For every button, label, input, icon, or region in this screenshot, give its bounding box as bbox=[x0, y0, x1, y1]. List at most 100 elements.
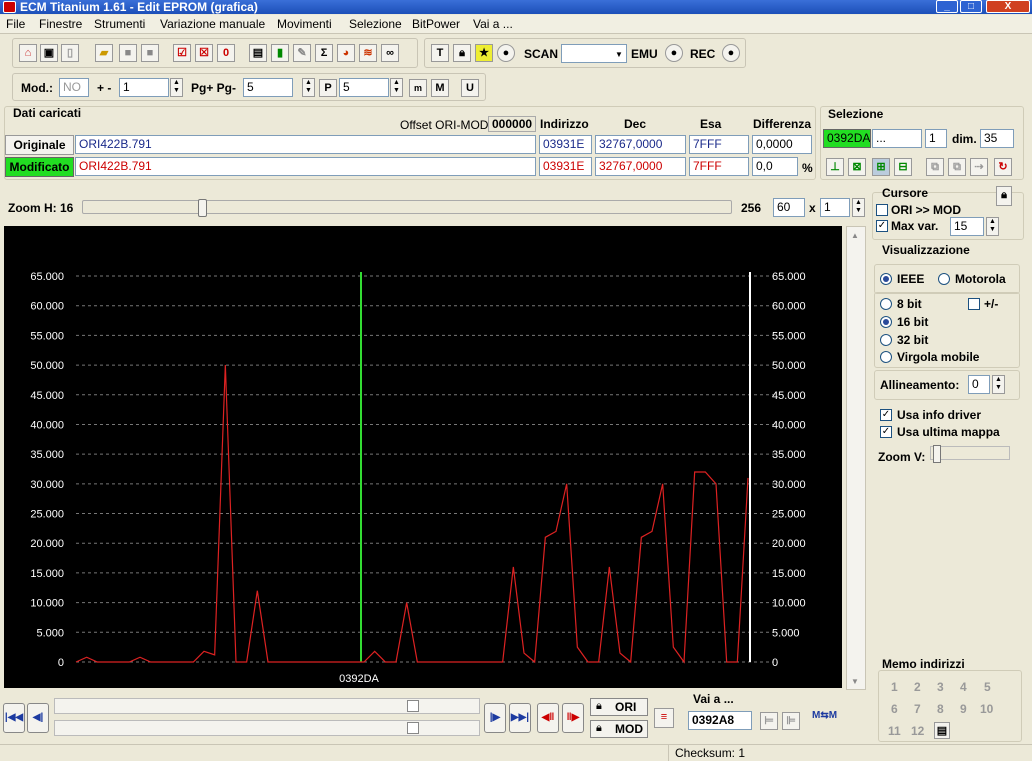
memory-swap-icon[interactable]: M⇆M bbox=[812, 710, 854, 732]
select-end-icon[interactable]: ⊠ bbox=[848, 158, 866, 176]
lock-icon[interactable]: 🔒︎ bbox=[453, 44, 471, 62]
modificato-button[interactable]: Modificato bbox=[5, 157, 74, 177]
modificato-indirizzo[interactable]: 03931E bbox=[539, 157, 592, 176]
max-var-checkbox[interactable]: ✓ bbox=[876, 220, 888, 232]
modificato-dec[interactable]: 32767,0000 bbox=[595, 157, 686, 176]
memo-10[interactable]: 10 bbox=[980, 702, 993, 716]
flag-icon[interactable]: ≡ bbox=[654, 708, 674, 728]
modificato-diff[interactable]: 0,0 bbox=[752, 157, 798, 176]
signed-checkbox[interactable] bbox=[968, 298, 980, 310]
zoom-h-thumb[interactable] bbox=[198, 199, 208, 217]
menu-file[interactable]: File bbox=[6, 17, 25, 31]
memo-7[interactable]: 7 bbox=[914, 702, 921, 716]
open-folder-icon[interactable]: ▰ bbox=[95, 44, 113, 62]
emu-dot-icon[interactable]: ● bbox=[665, 44, 683, 62]
select-paste-icon[interactable]: ⧉ bbox=[948, 158, 966, 176]
memo-4[interactable]: 4 bbox=[960, 680, 967, 694]
8bit-radio[interactable] bbox=[880, 298, 892, 310]
usa-ultima-checkbox[interactable]: ✓ bbox=[880, 426, 892, 438]
select-range-icon[interactable]: ⊞ bbox=[872, 158, 890, 176]
eprom-chart[interactable]: 65.000 65.000 60.000 60.000 55.000 55.000 50.0… bbox=[4, 226, 842, 688]
vaia-field[interactable]: 0392A8 bbox=[688, 711, 752, 730]
u-icon[interactable]: U bbox=[461, 79, 479, 97]
step-stepper[interactable]: ▲ ▼ bbox=[170, 78, 183, 97]
zoom-v-thumb[interactable] bbox=[933, 445, 941, 463]
select-copy-icon[interactable]: ⧉ bbox=[926, 158, 944, 176]
mod-field[interactable]: NO bbox=[59, 78, 89, 97]
rec-dot-icon[interactable]: ● bbox=[722, 44, 740, 62]
runner-icon[interactable]: ★ bbox=[475, 44, 493, 62]
dim-field[interactable]: 35 bbox=[980, 129, 1014, 148]
chevron-down-icon[interactable]: ▼ bbox=[615, 50, 623, 59]
mod-scrollbar[interactable] bbox=[54, 720, 480, 736]
document-icon[interactable]: ▤ bbox=[249, 44, 267, 62]
select-block-icon[interactable]: ⊟ bbox=[894, 158, 912, 176]
mod-scroll-thumb[interactable] bbox=[407, 722, 419, 734]
zoom-w-field[interactable]: 60 bbox=[773, 198, 805, 217]
menu-variazione-manuale[interactable]: Variazione manuale bbox=[160, 17, 265, 31]
minimize-button[interactable]: _ bbox=[936, 0, 958, 13]
allineamento-stepper[interactable]: ▲ ▼ bbox=[992, 375, 1005, 394]
p-field[interactable]: 5 bbox=[339, 78, 389, 97]
max-var-stepper[interactable]: ▲ ▼ bbox=[986, 217, 999, 236]
memo-1[interactable]: 1 bbox=[891, 680, 898, 694]
reset-icon[interactable]: 0 bbox=[217, 44, 235, 62]
edit-icon[interactable]: ✎ bbox=[293, 44, 311, 62]
select-start-icon[interactable]: ⊥ bbox=[826, 158, 844, 176]
zoom-h-slider[interactable] bbox=[82, 199, 732, 217]
windows-icon[interactable]: ▣ bbox=[40, 44, 58, 62]
close-button[interactable]: X bbox=[986, 0, 1030, 13]
zoom-v-slider[interactable] bbox=[930, 445, 1010, 463]
originale-file[interactable]: ORI422B.791 bbox=[75, 135, 536, 154]
next-button[interactable]: |▶ bbox=[484, 703, 506, 733]
binoculars-icon[interactable]: ∞ bbox=[381, 44, 399, 62]
originale-esa[interactable]: 7FFF bbox=[689, 135, 749, 154]
save-as-icon[interactable]: ■ bbox=[141, 44, 159, 62]
next-diff-button[interactable]: ‖▶ bbox=[562, 703, 584, 733]
menu-movimenti[interactable]: Movimenti bbox=[277, 17, 332, 31]
menu-strumenti[interactable]: Strumenti bbox=[94, 17, 145, 31]
zoom-h-field[interactable]: 1 bbox=[820, 198, 850, 217]
record-dot-icon[interactable]: ● bbox=[497, 44, 515, 62]
prev-button[interactable]: ◀| bbox=[27, 703, 49, 733]
modificato-file[interactable]: ORI422B.791 bbox=[75, 157, 536, 176]
scroll-down-icon[interactable]: ▼ bbox=[851, 677, 859, 686]
originale-diff[interactable]: 0,0000 bbox=[752, 135, 812, 154]
memo-3[interactable]: 3 bbox=[937, 680, 944, 694]
scroll-up-icon[interactable]: ▲ bbox=[851, 231, 859, 240]
checklist-icon[interactable]: ☑ bbox=[173, 44, 191, 62]
memo-11[interactable]: 11 bbox=[888, 724, 901, 738]
selezione-count[interactable]: 1 bbox=[925, 129, 947, 148]
step-field[interactable]: 1 bbox=[119, 78, 169, 97]
ori-mod-checkbox[interactable] bbox=[876, 204, 888, 216]
select-move-icon[interactable]: ⇢ bbox=[970, 158, 988, 176]
first-page-button[interactable]: |◀◀ bbox=[3, 703, 25, 733]
menu-finestre[interactable]: Finestre bbox=[39, 17, 82, 31]
pg-field[interactable]: 5 bbox=[243, 78, 293, 97]
ori-scrollbar[interactable] bbox=[54, 698, 480, 714]
selezione-address[interactable]: 0392DA bbox=[823, 129, 871, 148]
goto-start-icon[interactable]: ⊨ bbox=[760, 712, 778, 730]
battery-icon[interactable]: ▮ bbox=[271, 44, 289, 62]
selezione-end[interactable]: ... bbox=[872, 129, 922, 148]
max-var-field[interactable]: 15 bbox=[950, 217, 984, 236]
ori-scroll-thumb[interactable] bbox=[407, 700, 419, 712]
m-icon[interactable]: M bbox=[431, 79, 449, 97]
home-icon[interactable]: ⌂ bbox=[19, 44, 37, 62]
chart-vertical-scrollbar[interactable]: ▲ ▼ bbox=[846, 226, 866, 690]
copy-icon[interactable]: ▯ bbox=[61, 44, 79, 62]
zoom-stepper[interactable]: ▲ ▼ bbox=[852, 198, 865, 217]
menu-vai-a[interactable]: Vai a ... bbox=[473, 17, 513, 31]
originale-indirizzo[interactable]: 03931E bbox=[539, 135, 592, 154]
sum-icon[interactable]: Σ bbox=[315, 44, 333, 62]
last-page-button[interactable]: ▶▶| bbox=[509, 703, 531, 733]
select-clear-icon[interactable]: ↻ bbox=[994, 158, 1012, 176]
allineamento-field[interactable]: 0 bbox=[968, 375, 990, 394]
p-icon[interactable]: P bbox=[319, 79, 337, 97]
originale-button[interactable]: Originale bbox=[5, 135, 74, 155]
memo-12[interactable]: 12 bbox=[911, 724, 924, 738]
terminal-icon[interactable]: T bbox=[431, 44, 449, 62]
save-icon[interactable]: ■ bbox=[119, 44, 137, 62]
goto-end-icon[interactable]: ⊫ bbox=[782, 712, 800, 730]
graph-icon[interactable]: ≋ bbox=[359, 44, 377, 62]
